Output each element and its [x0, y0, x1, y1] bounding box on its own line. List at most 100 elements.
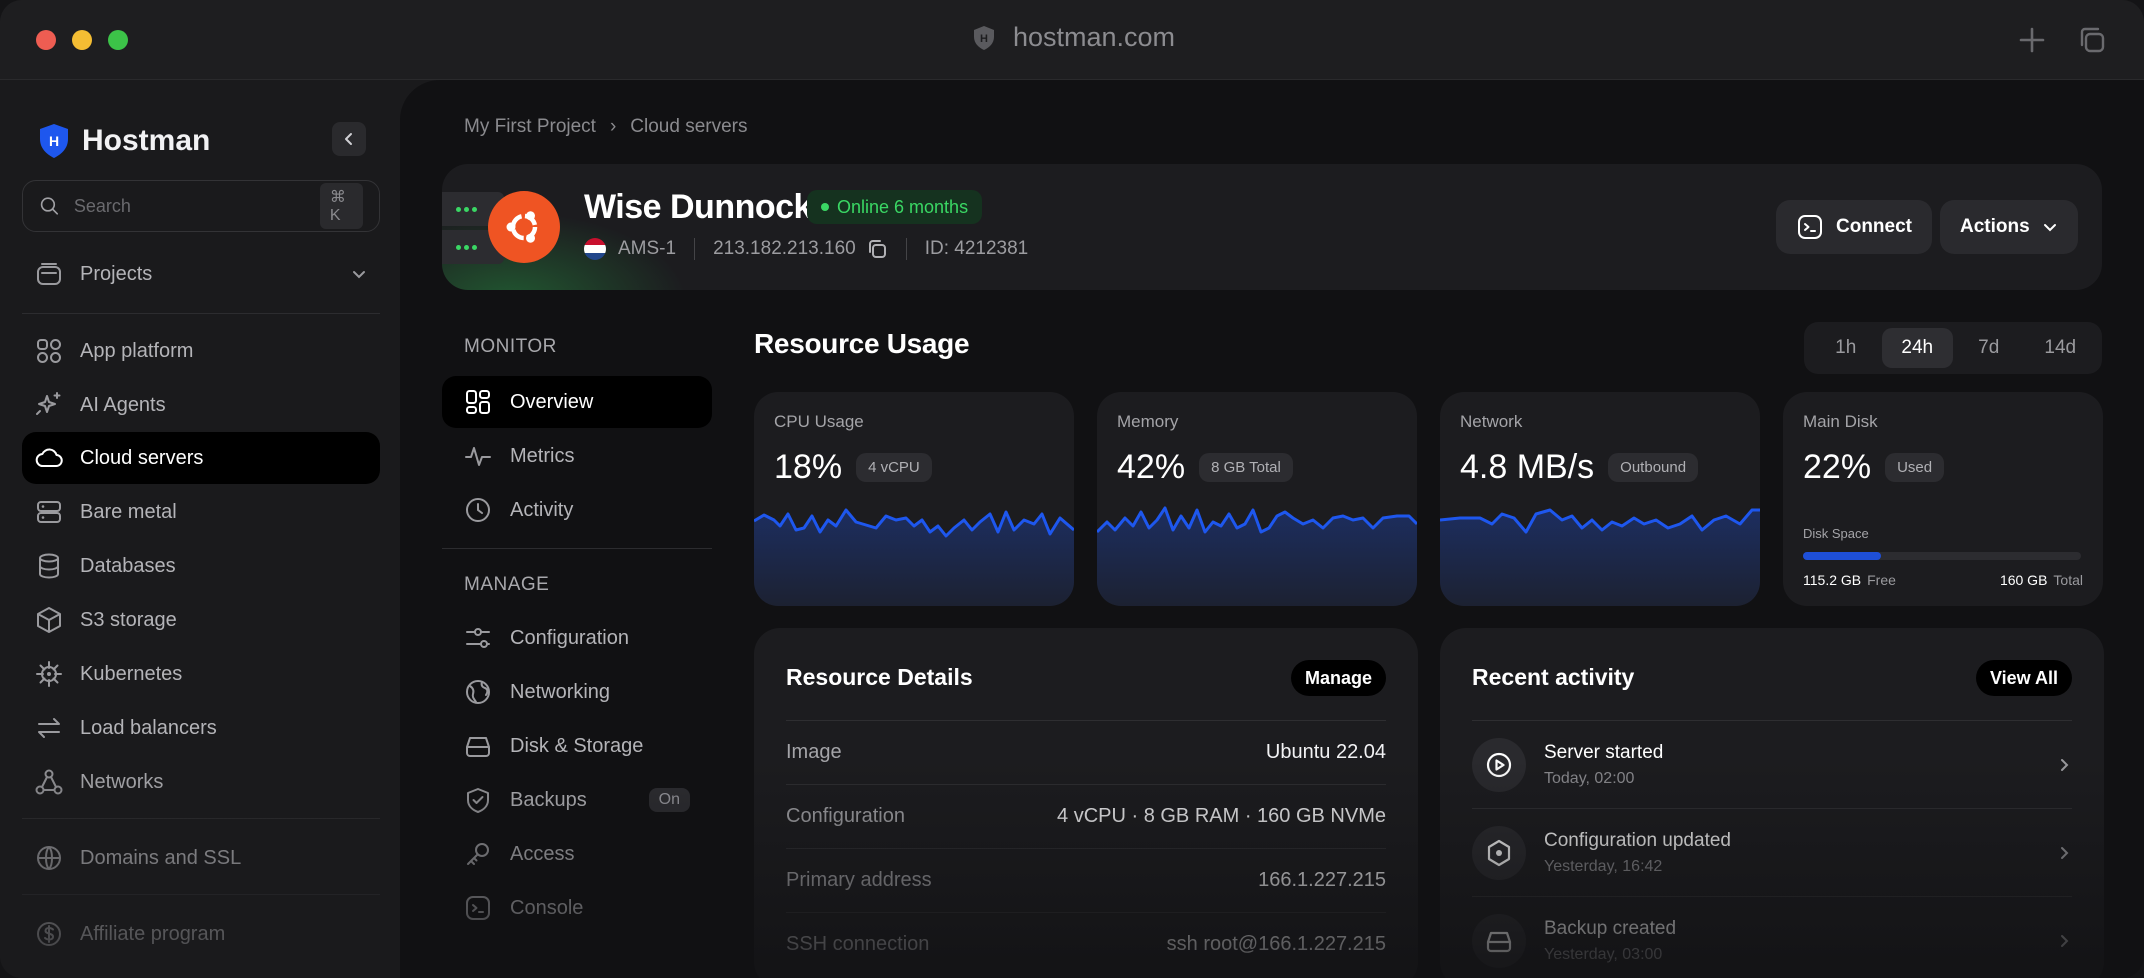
tab-metrics[interactable]: Metrics	[442, 430, 712, 482]
address-bar[interactable]: H hostman.com	[0, 22, 2144, 53]
main-content: My First Project › Cloud servers Wise Du…	[400, 80, 2144, 978]
detail-row-configuration: Configuration 4 vCPU · 8 GB RAM · 160 GB …	[786, 784, 1386, 848]
tab-label: Console	[510, 896, 584, 919]
tab-configuration[interactable]: Configuration	[442, 612, 712, 664]
memory-sparkline	[1097, 506, 1417, 606]
tab-console[interactable]: Console	[442, 882, 712, 934]
server-header: Wise Dunnock Online 6 months AMS-1 213.1…	[442, 164, 2102, 290]
ip-text: 213.182.213.160	[713, 238, 856, 259]
sidebar-item-label: Load balancers	[80, 716, 217, 739]
breadcrumb-separator: ›	[609, 116, 617, 137]
network-card[interactable]: Network 4.8 MB/s Outbound	[1440, 392, 1760, 606]
tab-backups[interactable]: Backups On	[442, 774, 712, 826]
tab-access[interactable]: Access	[442, 828, 712, 880]
projects-label: Projects	[80, 262, 153, 285]
detail-key: Primary address	[786, 869, 932, 891]
breadcrumb: My First Project › Cloud servers	[464, 116, 748, 138]
search-input[interactable]	[73, 195, 306, 217]
activity-item[interactable]: Backup created Yesterday, 03:00	[1472, 896, 2072, 978]
activity-item[interactable]: Configuration updated Yesterday, 16:42	[1472, 808, 2072, 896]
tab-disk-storage[interactable]: Disk & Storage	[442, 720, 712, 772]
search-shortcut: ⌘ K	[319, 183, 363, 229]
copy-icon[interactable]	[866, 238, 888, 260]
sidebar-item-databases[interactable]: Databases	[22, 540, 380, 592]
tab-networking[interactable]: Networking	[442, 666, 712, 718]
browser-titlebar: H hostman.com	[0, 0, 2144, 80]
connect-label: Connect	[1836, 216, 1912, 237]
view-all-button[interactable]: View All	[1975, 660, 2072, 696]
server-name: Wise Dunnock	[584, 188, 812, 226]
range-1h[interactable]: 1h	[1810, 328, 1882, 368]
detail-row-primary-address: Primary address 166.1.227.215	[786, 848, 1386, 912]
tab-activity[interactable]: Activity	[442, 484, 712, 536]
app-grid-icon	[37, 339, 61, 363]
status-text: Online 6 months	[837, 196, 969, 217]
search-icon	[40, 197, 59, 215]
tab-label: Configuration	[510, 626, 629, 649]
sidebar-item-affiliate[interactable]: Affiliate program	[22, 908, 380, 960]
detail-row-ssh: SSH connection ssh root@166.1.227.215	[786, 912, 1386, 976]
shield-check-icon	[467, 788, 489, 813]
server-id: ID: 4212381	[924, 238, 1029, 259]
actions-label: Actions	[1960, 216, 2030, 237]
search-box[interactable]: ⌘ K	[22, 180, 380, 232]
range-24h[interactable]: 24h	[1881, 328, 1953, 368]
detail-key: Configuration	[786, 805, 905, 827]
brand-logo[interactable]: H Hostman	[36, 122, 210, 160]
detail-value[interactable]: 166.1.227.215	[1258, 869, 1386, 892]
globe-icon	[37, 846, 61, 870]
activity-title: Configuration updated	[1544, 829, 1731, 851]
projects-dropdown[interactable]: Projects	[22, 248, 380, 300]
detail-key: SSH connection	[786, 933, 930, 955]
range-7d[interactable]: 7d	[1953, 328, 2025, 368]
netherlands-flag-icon	[584, 238, 606, 260]
range-14d[interactable]: 14d	[2025, 328, 2097, 368]
chevron-down-icon	[353, 271, 365, 279]
svg-text:H: H	[980, 33, 988, 45]
sidebar-item-domains-ssl[interactable]: Domains and SSL	[22, 832, 380, 884]
key-icon	[467, 843, 489, 865]
monitor-heading: MONITOR	[464, 336, 557, 357]
recent-activity-title: Recent activity	[1472, 664, 1635, 690]
tab-label: Access	[510, 842, 575, 865]
sidebar-item-networks[interactable]: Networks	[22, 756, 380, 808]
breadcrumb-project[interactable]: My First Project	[464, 116, 596, 138]
meta-divider	[905, 238, 907, 260]
network-sparkline	[1440, 508, 1760, 606]
new-tab-icon[interactable]	[2016, 24, 2048, 56]
overview-icon	[466, 390, 490, 414]
actions-button[interactable]: Actions	[1940, 200, 2078, 254]
sidebar-item-label: S3 storage	[80, 608, 177, 631]
server-region: AMS-1	[584, 238, 676, 260]
collapse-sidebar-button[interactable]	[332, 122, 366, 156]
disk-usage-bar	[1803, 552, 2081, 560]
copy-tabs-icon[interactable]	[2076, 24, 2108, 56]
sidebar-item-label: App platform	[80, 339, 194, 362]
connect-button[interactable]: Connect	[1776, 200, 1932, 254]
activity-time: Today, 02:00	[1544, 769, 1635, 787]
activity-item[interactable]: Server started Today, 02:00	[1472, 720, 2072, 808]
detail-value: 4 vCPU · 8 GB RAM · 160 GB NVMe	[1057, 805, 1386, 827]
main-disk-card[interactable]: Main Disk 22% Used Disk Space 115.2 GB Fre…	[1783, 392, 2103, 606]
chevron-left-icon	[345, 133, 352, 145]
sidebar-item-ai-agents[interactable]: AI Agents	[22, 379, 380, 431]
sidebar-item-s3-storage[interactable]: S3 storage	[22, 594, 380, 646]
sidebar-item-kubernetes[interactable]: Kubernetes	[22, 648, 380, 700]
sidebar-item-app-platform[interactable]: App platform	[22, 325, 380, 377]
detail-value[interactable]: ssh root@166.1.227.215	[1167, 933, 1386, 956]
manage-button[interactable]: Manage	[1290, 660, 1386, 696]
cpu-usage-card[interactable]: CPU Usage 18% 4 vCPU	[754, 392, 1074, 606]
disk-total: 160 GB Total	[2000, 572, 2083, 588]
card-label: CPU Usage	[774, 412, 864, 431]
sidebar-item-cloud-servers[interactable]: Cloud servers	[22, 432, 380, 484]
cpu-value: 18%	[774, 448, 843, 486]
clock-icon	[466, 498, 490, 522]
disk-total-label: Total	[2053, 572, 2083, 588]
memory-card[interactable]: Memory 42% 8 GB Total	[1097, 392, 1417, 606]
play-icon	[1472, 737, 1526, 792]
sidebar-item-label: Networks	[80, 770, 164, 793]
projects-icon	[37, 263, 61, 285]
sidebar-item-load-balancers[interactable]: Load balancers	[22, 702, 380, 754]
sidebar-item-bare-metal[interactable]: Bare metal	[22, 486, 380, 538]
tab-overview[interactable]: Overview	[442, 376, 712, 428]
